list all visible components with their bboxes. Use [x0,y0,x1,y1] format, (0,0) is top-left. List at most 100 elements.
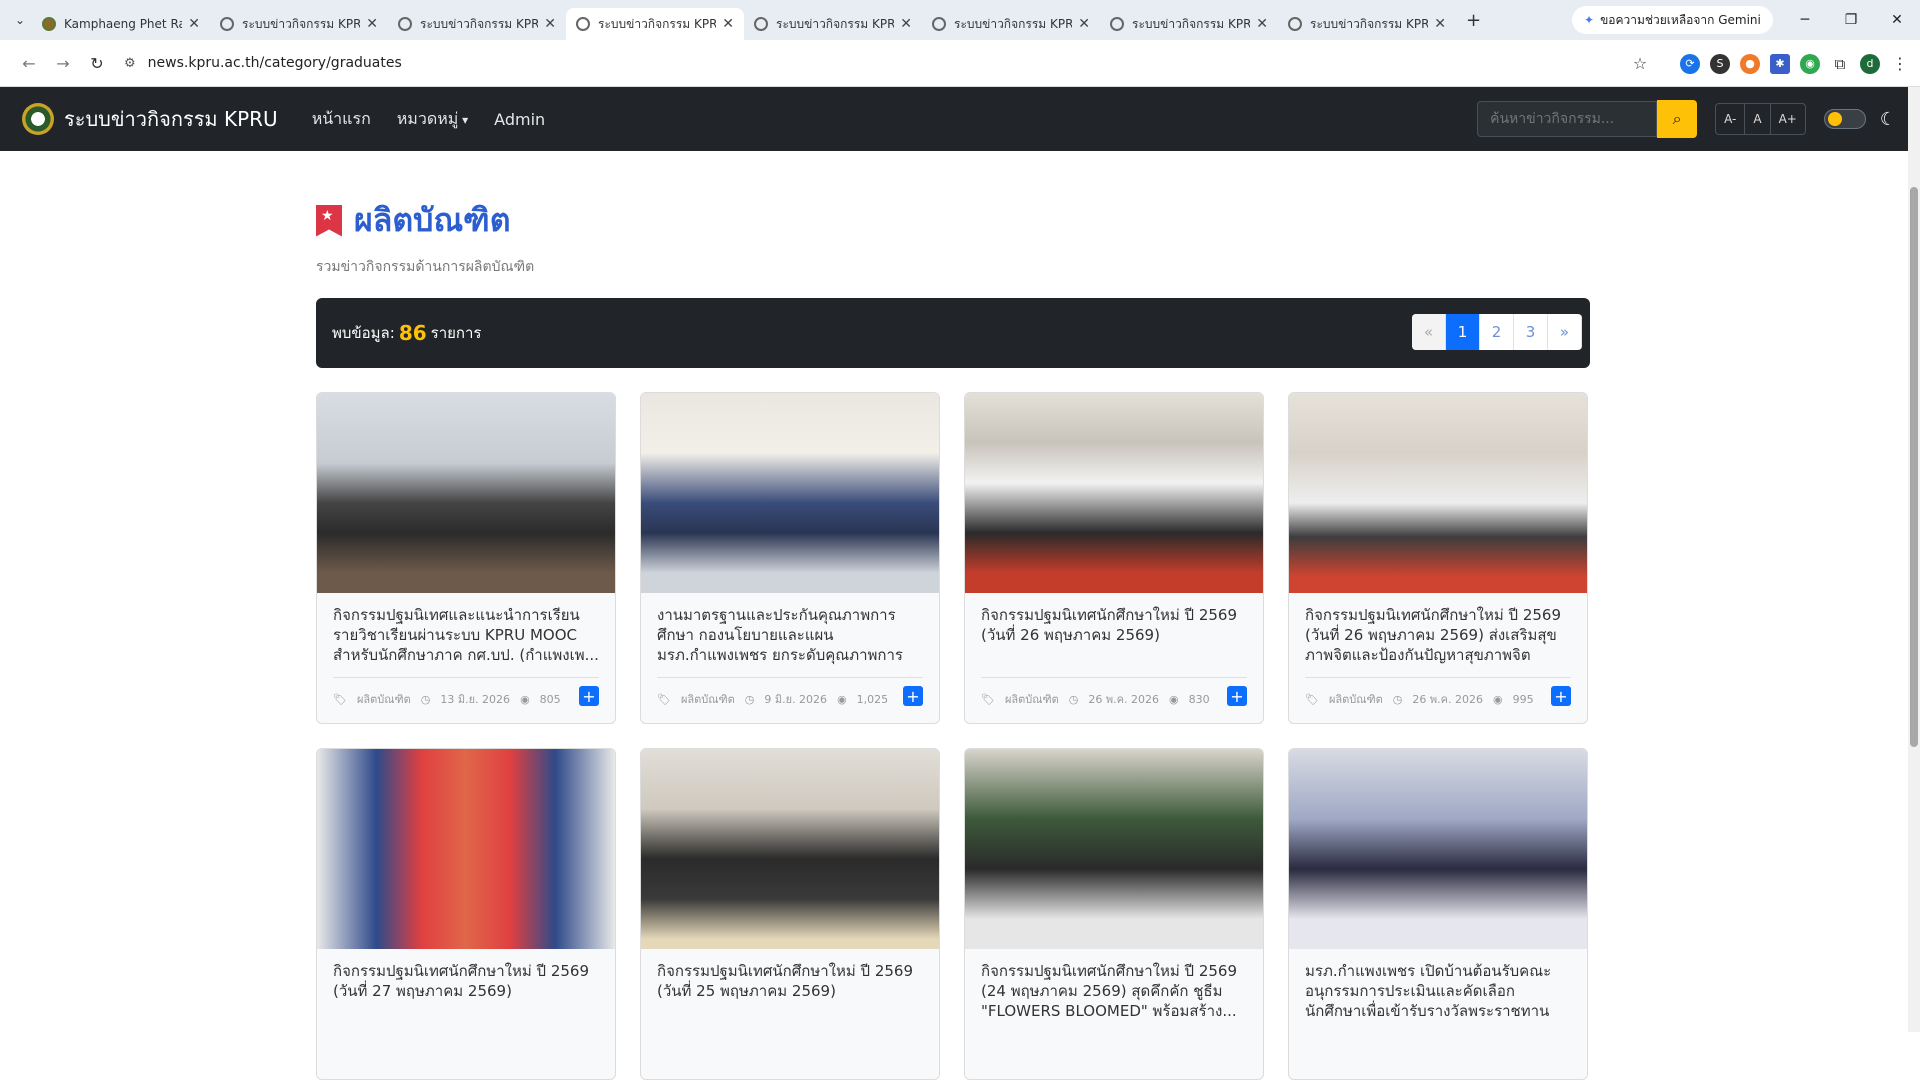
news-card-title[interactable]: งานมาตรฐานและประกันคุณภาพการศึกษา กองนโย… [641,593,939,665]
pagination-next[interactable]: » [1548,314,1582,350]
globe-favicon-icon [1288,17,1302,31]
eye-icon: ◉ [1492,692,1503,706]
close-tab-icon[interactable]: ✕ [1434,16,1446,32]
font-reset-button[interactable]: A [1745,104,1771,134]
card-date: 26 พ.ค. 2026 [1088,693,1159,706]
nav-admin[interactable]: Admin [494,110,545,129]
page-subtitle: รวมข่าวกิจกรรมด้านการผลิตบัณฑิต [316,259,535,275]
news-grid: กิจกรรมปฐมนิเทศและแนะนำการเรียน รายวิชาเ… [316,392,1590,1080]
restore-icon[interactable]: ❐ [1828,0,1874,40]
reload-icon[interactable]: ↻ [80,54,114,73]
browser-tab-active[interactable]: ระบบข่าวกิจกรรม KPRU ✕ [566,8,744,40]
globe-favicon-icon [932,17,946,31]
news-card-title[interactable]: กิจกรรมปฐมนิเทศนักศึกษาใหม่ ปี 2569 (วัน… [965,593,1263,665]
close-tab-icon[interactable]: ✕ [1078,16,1090,32]
avatar[interactable]: d [1860,53,1880,74]
pagination-page[interactable]: 1 [1446,314,1480,350]
blue-extension-icon[interactable]: ✱ [1770,53,1790,74]
news-card-image[interactable] [965,749,1263,949]
extensions-puzzle-icon[interactable]: ⧉ [1830,53,1850,74]
nav-categories-dropdown[interactable]: หมวดหมู่ [397,107,468,132]
minimize-icon[interactable]: ─ [1782,0,1828,40]
s-extension-icon[interactable]: S [1710,53,1730,74]
news-card-title[interactable]: กิจกรรมปฐมนิเทศนักศึกษาใหม่ ปี 2569 (วัน… [317,949,615,1021]
close-tab-icon[interactable]: ✕ [722,16,734,32]
browser-tab[interactable]: ระบบข่าวกิจกรรม KPRU ✕ [1100,8,1278,40]
close-tab-icon[interactable]: ✕ [366,16,378,32]
back-arrow-icon[interactable]: ← [12,54,46,73]
news-card-title[interactable]: กิจกรรมปฐมนิเทศนักศึกษาใหม่ ปี 2569 (วัน… [1289,593,1587,665]
news-card-image[interactable] [641,749,939,949]
globe-favicon-icon [754,17,768,31]
orange-extension-icon[interactable]: ● [1740,53,1760,74]
sync-extension-icon[interactable]: ⟳ [1680,53,1700,74]
news-card[interactable]: กิจกรรมปฐมนิเทศนักศึกษาใหม่ ปี 2569 (วัน… [316,748,616,1080]
search-input[interactable] [1477,101,1658,137]
close-tab-icon[interactable]: ✕ [188,16,200,32]
tab-search-dropdown-icon[interactable]: ⌄ [8,8,32,32]
news-card-image[interactable] [641,393,939,593]
news-card-title[interactable]: กิจกรรมปฐมนิเทศนักศึกษาใหม่ ปี 2569 (วัน… [641,949,939,1021]
bookmark-star-icon[interactable]: ☆ [1630,54,1650,74]
menu-kebab-icon[interactable]: ⋮ [1890,53,1910,74]
news-card-title[interactable]: กิจกรรมปฐมนิเทศและแนะนำการเรียน รายวิชาเ… [317,593,615,665]
news-card-image[interactable] [1289,749,1587,949]
news-card[interactable]: กิจกรรมปฐมนิเทศนักศึกษาใหม่ ปี 2569 (วัน… [640,748,940,1080]
news-card-title[interactable]: มรภ.กำแพงเพชร เปิดบ้านต้อนรับคณะอนุกรรมก… [1289,949,1587,1021]
browser-tab[interactable]: ระบบข่าวกิจกรรม KPRU ✕ [922,8,1100,40]
font-increase-button[interactable]: A+ [1771,104,1805,134]
news-card-title[interactable]: กิจกรรมปฐมนิเทศนักศึกษาใหม่ ปี 2569 (24 … [965,949,1263,1021]
add-button[interactable]: + [1551,686,1571,706]
close-tab-icon[interactable]: ✕ [900,16,912,32]
browser-tab[interactable]: ระบบข่าวกิจกรรม KPRU ✕ [388,8,566,40]
news-card-image[interactable] [317,749,615,949]
nav-home[interactable]: หน้าแรก [312,107,371,132]
theme-toggle[interactable] [1823,109,1866,129]
gemini-button[interactable]: ✦ ขอความช่วยเหลือจาก Gemini [1572,6,1773,34]
close-tab-icon[interactable]: ✕ [544,16,556,32]
news-card[interactable]: กิจกรรมปฐมนิเทศและแนะนำการเรียน รายวิชาเ… [316,392,616,724]
font-decrease-button[interactable]: A- [1716,104,1746,134]
site-brand[interactable]: ระบบข่าวกิจกรรม KPRU [64,103,278,135]
browser-tab[interactable]: ระบบข่าวกิจกรรม KPRU ✕ [744,8,922,40]
forward-arrow-icon[interactable]: → [46,54,80,73]
new-tab-icon[interactable]: + [1466,10,1481,31]
clock-icon: ◷ [420,692,431,706]
scrollbar-thumb[interactable] [1910,187,1918,747]
url-field[interactable]: ⚙ news.kpru.ac.th/category/graduates [124,55,402,71]
globe-favicon-icon [398,17,412,31]
pagination-page[interactable]: 2 [1480,314,1514,350]
news-card[interactable]: กิจกรรมปฐมนิเทศนักศึกษาใหม่ ปี 2569 (วัน… [1288,392,1588,724]
card-views: 830 [1188,692,1210,706]
page-header: ผลิตบัณฑิต [316,195,1590,246]
search-icon: ⌕ [1672,109,1682,128]
news-card[interactable]: มรภ.กำแพงเพชร เปิดบ้านต้อนรับคณะอนุกรรมก… [1288,748,1588,1080]
browser-tab[interactable]: Kamphaeng Phet Ra ✕ [32,8,210,40]
news-card[interactable]: กิจกรรมปฐมนิเทศนักศึกษาใหม่ ปี 2569 (วัน… [964,392,1264,724]
green-extension-icon[interactable]: ◉ [1800,53,1820,74]
news-card-image[interactable] [317,393,615,593]
site-info-icon[interactable]: ⚙ [124,56,136,71]
add-button[interactable]: + [903,686,923,706]
card-category: ผลิตบัณฑิต [1004,693,1059,706]
browser-tab[interactable]: ระบบข่าวกิจกรรม KPRU ✕ [1278,8,1456,40]
pagination-page[interactable]: 3 [1514,314,1548,350]
browser-tab[interactable]: ระบบข่าวกิจกรรม KPRU ✕ [210,8,388,40]
moon-icon: ☾ [1879,108,1896,130]
close-tab-icon[interactable]: ✕ [1256,16,1268,32]
page-scrollbar[interactable] [1908,87,1920,1032]
card-category: ผลิตบัณฑิต [356,693,411,706]
window-controls: ─ ❐ ✕ [1782,0,1920,40]
close-window-icon[interactable]: ✕ [1874,0,1920,40]
news-card[interactable]: กิจกรรมปฐมนิเทศนักศึกษาใหม่ ปี 2569 (24 … [964,748,1264,1080]
kpru-logo[interactable] [22,103,54,135]
news-card[interactable]: งานมาตรฐานและประกันคุณภาพการศึกษา กองนโย… [640,392,940,724]
add-button[interactable]: + [579,686,599,706]
card-views: 995 [1512,692,1534,706]
add-button[interactable]: + [1227,686,1247,706]
font-size-controls: A- A A+ [1715,103,1806,135]
news-card-image[interactable] [1289,393,1587,593]
globe-favicon-icon [576,17,590,31]
search-button[interactable]: ⌕ [1657,100,1698,138]
news-card-image[interactable] [965,393,1263,593]
